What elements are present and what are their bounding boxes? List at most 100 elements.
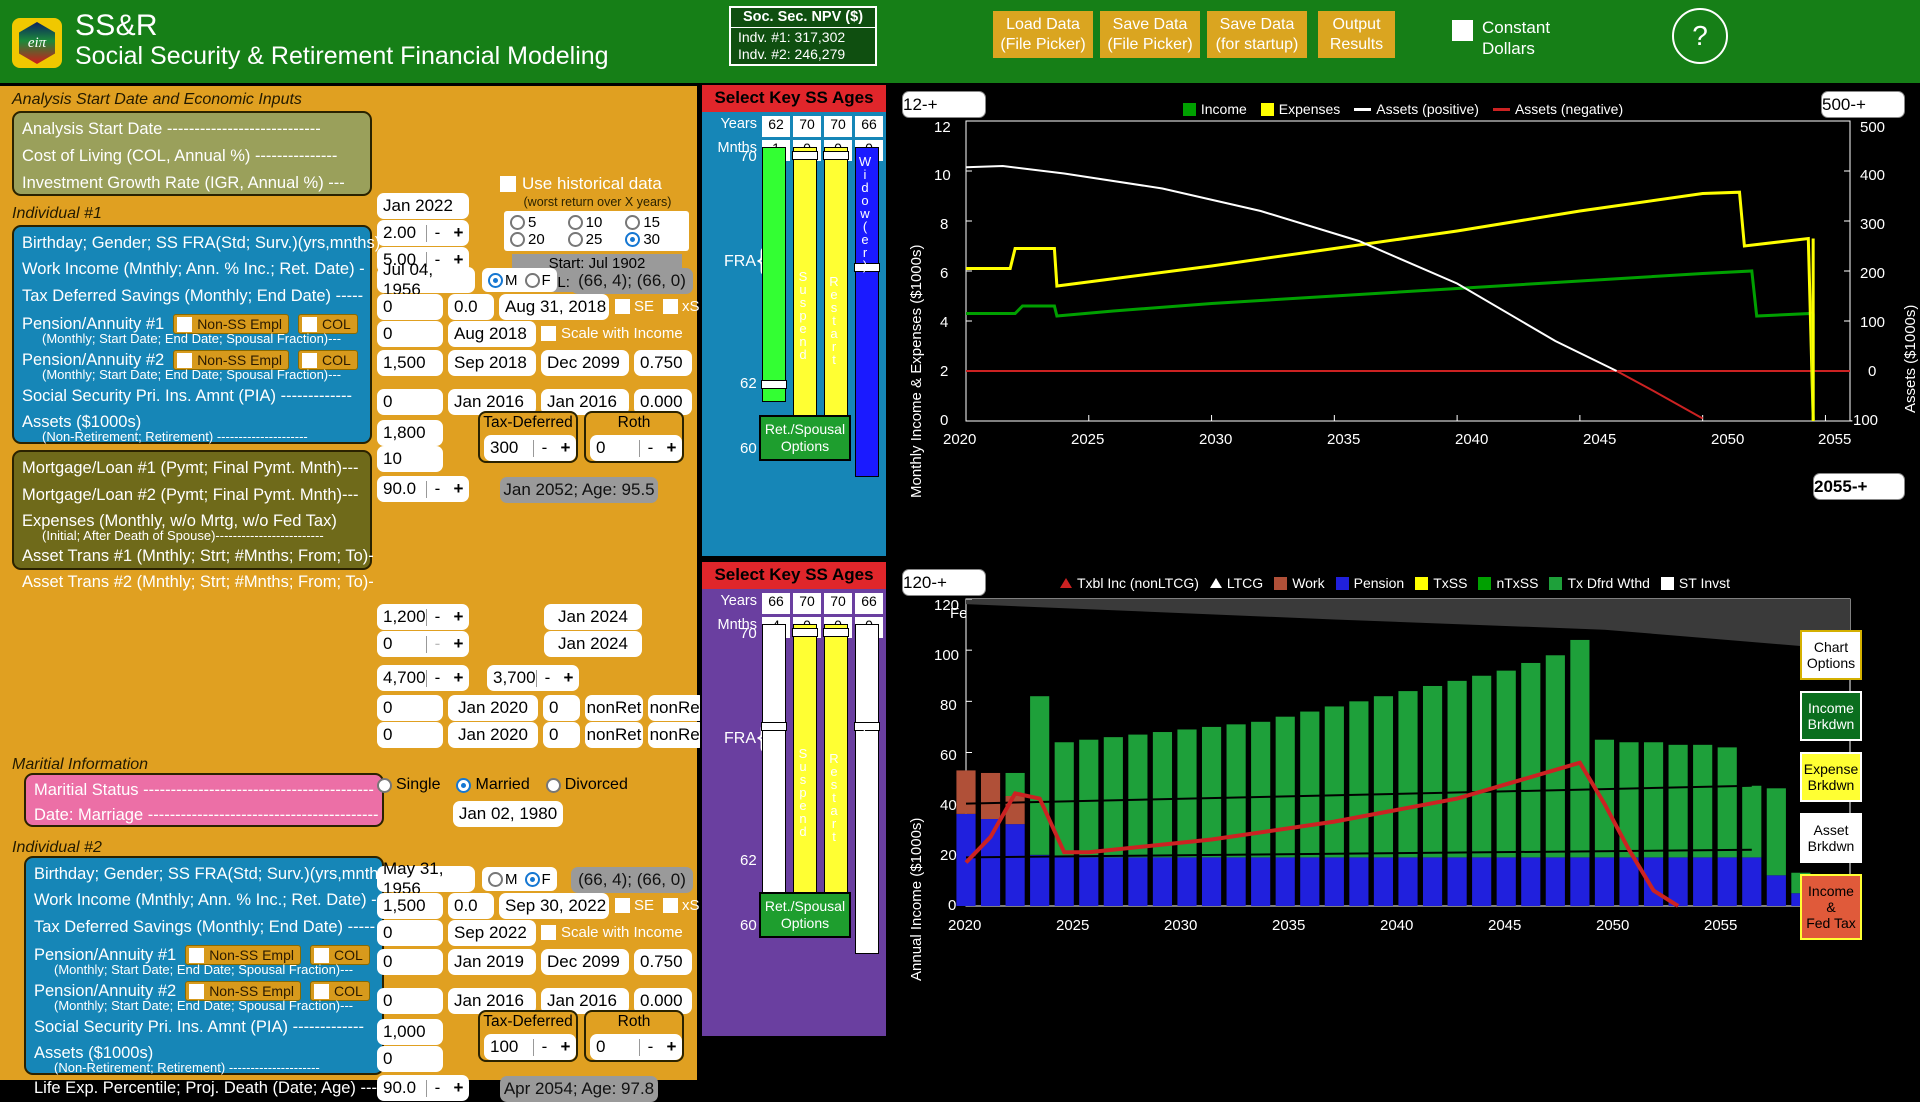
top-chart-right-plus[interactable]: +	[1856, 95, 1866, 115]
constant-dollars-toggle[interactable]: Constant Dollars	[1452, 17, 1550, 59]
ind1-birthday-field[interactable]: Jul 04, 1956	[377, 267, 475, 293]
ind1-taxdeferred-minus[interactable]: -	[534, 438, 555, 458]
mortgage1-minus[interactable]: -	[427, 607, 448, 627]
ind1-pen1-end-field[interactable]: Dec 2099	[541, 350, 629, 376]
expenses-initial-plus[interactable]: +	[448, 668, 469, 688]
ind1-pen2-nonss-checkbox[interactable]	[177, 353, 192, 368]
col-rate-minus[interactable]: -	[427, 223, 448, 243]
output-results-button[interactable]: Output Results	[1318, 11, 1395, 58]
expenses-after-spinner[interactable]: 3,700 - +	[487, 665, 579, 691]
asset-brkdwn-button[interactable]: Asset Brkdwn	[1800, 813, 1862, 863]
expense-brkdwn-button[interactable]: Expense Brkdwn	[1800, 752, 1862, 802]
ind1-pen1-col-checkbox[interactable]	[302, 317, 317, 332]
ind1-scale-toggle[interactable]: Scale with Income	[541, 325, 683, 342]
top-chart-right-spinner[interactable]: 500 - +	[1821, 91, 1905, 118]
ind2-lifeexp-spinner[interactable]: 90.0 - +	[377, 1075, 469, 1101]
ind2-pen2-col-checkbox[interactable]	[314, 984, 329, 999]
ind2-pen1-amount-field[interactable]: 0	[377, 949, 443, 975]
ind1-roth-plus[interactable]: +	[661, 438, 682, 458]
mortgage1-spinner[interactable]: 1,200 - +	[377, 604, 469, 630]
mortgage2-date-field[interactable]: Jan 2024	[544, 631, 642, 657]
top-chart-left-plus[interactable]: +	[928, 95, 938, 115]
ss-ages-1-thumb-restart[interactable]	[823, 151, 849, 160]
ind1-work-pct-field[interactable]: 0.0	[448, 294, 494, 320]
marriage-date-field[interactable]: Jan 02, 1980	[453, 801, 563, 827]
ind2-birthday-field[interactable]: May 31, 1956	[377, 866, 475, 892]
ss-ages-2-slider-0[interactable]	[762, 624, 786, 909]
ind1-gender-radiogroup[interactable]: M F	[482, 268, 557, 292]
at1-date-field[interactable]: Jan 2020	[448, 695, 538, 721]
analysis-start-date-field[interactable]: Jan 2022	[377, 193, 469, 219]
ss-ages-1-year-1[interactable]: 70	[793, 116, 821, 137]
ind1-tds-date-field[interactable]: Aug 2018	[448, 321, 536, 347]
ind1-se-toggle[interactable]: SE	[615, 298, 654, 315]
save-data-button[interactable]: Save Data (File Picker)	[1100, 11, 1200, 58]
hist-radio-25[interactable]: 25	[568, 231, 626, 248]
at2-amount-field[interactable]: 0	[377, 722, 443, 748]
at1-months-field[interactable]: 0	[543, 695, 580, 721]
marital-status-radiogroup[interactable]: Single Married Divorced	[377, 776, 628, 794]
ind1-scale-checkbox[interactable]	[541, 326, 556, 341]
ind2-roth-plus[interactable]: +	[661, 1037, 682, 1057]
ind2-scale-toggle[interactable]: Scale with Income	[541, 924, 683, 941]
ind2-pen1-nonss-checkbox[interactable]	[189, 948, 204, 963]
ind1-se-checkbox[interactable]	[615, 299, 630, 314]
hist-radio-30[interactable]: 30	[625, 231, 683, 248]
ind2-pen1-end-field[interactable]: Dec 2099	[541, 949, 629, 975]
constant-dollars-checkbox[interactable]	[1452, 20, 1473, 41]
ind1-taxdeferred-plus[interactable]: +	[555, 438, 576, 458]
ind2-roth-minus[interactable]: -	[640, 1037, 661, 1057]
ind2-roth-spinner[interactable]: 0 - +	[590, 1034, 682, 1060]
ind1-pen1-fraction-field[interactable]: 0.750	[634, 350, 692, 376]
ss-ages-1-thumb-suspend[interactable]	[792, 151, 818, 160]
load-data-button[interactable]: Load Data (File Picker)	[993, 11, 1093, 58]
hist-radio-15[interactable]: 15	[625, 214, 683, 231]
mortgage2-spinner[interactable]: 0 - +	[377, 631, 469, 657]
top-chart-left-spinner[interactable]: 12 - +	[902, 91, 986, 118]
expenses-initial-minus[interactable]: -	[427, 668, 448, 688]
ind1-lifeexp-spinner[interactable]: 90.0 - +	[377, 476, 469, 502]
ind1-pen1-nonss-checkbox[interactable]	[177, 317, 192, 332]
ss-ages-2-year-1[interactable]: 70	[793, 593, 821, 614]
historical-years-radiogroup[interactable]: 5 10 15 20 25 30	[504, 211, 689, 251]
bottom-chart-left-plus[interactable]: +	[937, 573, 947, 593]
ind2-work-date-field[interactable]: Sep 30, 2022	[499, 893, 609, 919]
at2-date-field[interactable]: Jan 2020	[448, 722, 538, 748]
at2-from-field[interactable]: nonRet	[585, 722, 643, 748]
ind2-tds-date-field[interactable]: Sep 2022	[448, 920, 536, 946]
ind2-pia-field[interactable]: 1,000	[377, 1019, 443, 1045]
ind1-assets-nonret-field[interactable]: 10	[377, 446, 443, 472]
ind2-pen1-col-checkbox[interactable]	[314, 948, 329, 963]
ind1-roth-minus[interactable]: -	[640, 438, 661, 458]
income-fedtax-button[interactable]: Income & Fed Tax	[1800, 874, 1862, 940]
save-startup-button[interactable]: Save Data (for startup)	[1207, 11, 1307, 58]
ss-ages-1-slider-0[interactable]	[762, 147, 786, 402]
ind1-xss-checkbox[interactable]	[663, 299, 678, 314]
at1-amount-field[interactable]: 0	[377, 695, 443, 721]
ind2-lifeexp-minus[interactable]: -	[427, 1078, 448, 1098]
ss-ages-1-year-3[interactable]: 66	[855, 116, 883, 137]
ss-ages-2-year-3[interactable]: 66	[855, 593, 883, 614]
marital-single[interactable]: Single	[377, 776, 440, 794]
use-historical-checkbox[interactable]	[500, 176, 516, 192]
ind2-gender-m[interactable]: M	[488, 871, 518, 888]
mortgage2-minus[interactable]: -	[427, 634, 448, 654]
ind1-pen2-col-checkbox[interactable]	[302, 353, 317, 368]
hist-radio-5[interactable]: 5	[510, 214, 568, 231]
ind2-tds-amount-field[interactable]: 0	[377, 920, 443, 946]
ind1-work-date-field[interactable]: Aug 31, 2018	[499, 294, 609, 320]
mortgage1-plus[interactable]: +	[448, 607, 469, 627]
bottom-chart-left-spinner[interactable]: 120 - +	[902, 569, 986, 596]
ss-ages-1-year-2[interactable]: 70	[824, 116, 852, 137]
ind2-assets-nonret-field[interactable]: 0	[377, 1046, 443, 1072]
ind1-gender-f[interactable]: F	[525, 272, 551, 289]
chart-options-button[interactable]: Chart Options	[1800, 630, 1862, 680]
col-rate-plus[interactable]: +	[448, 223, 469, 243]
ind2-taxdeferred-minus[interactable]: -	[534, 1037, 555, 1057]
ind1-pen1-start-field[interactable]: Sep 2018	[448, 350, 536, 376]
ss-ages-2-year-2[interactable]: 70	[824, 593, 852, 614]
ind2-pen2-nonss-checkbox[interactable]	[189, 984, 204, 999]
ind2-work-pct-field[interactable]: 0.0	[448, 893, 494, 919]
at1-to-field[interactable]: nonRet	[648, 695, 706, 721]
ind2-scale-checkbox[interactable]	[541, 925, 556, 940]
